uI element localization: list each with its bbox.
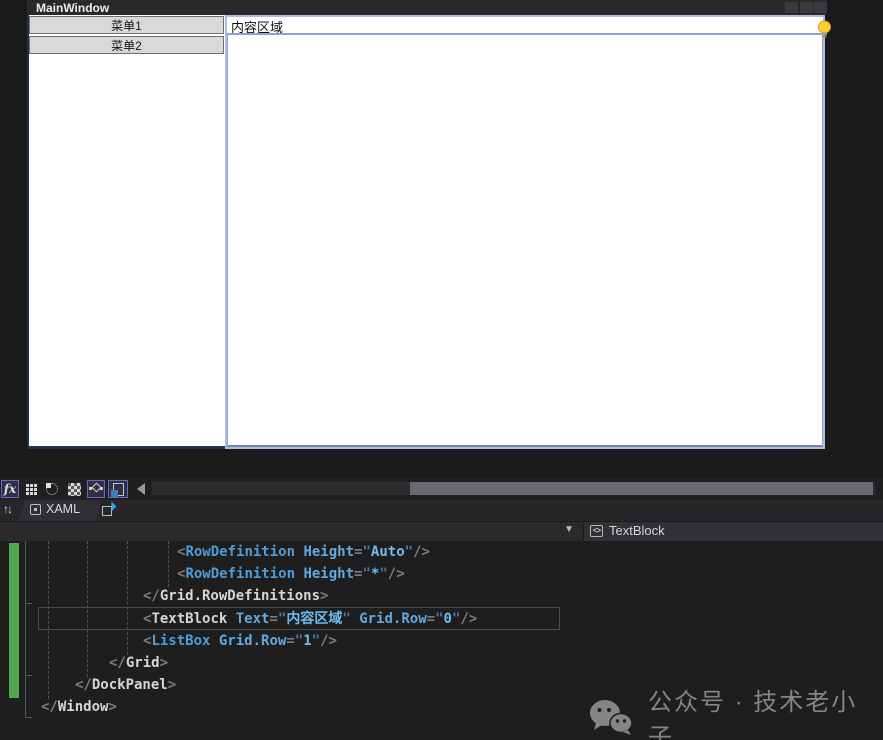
designed-listbox[interactable] — [227, 33, 823, 447]
scrollbar-thumb[interactable] — [410, 482, 873, 495]
designed-menu-button-1[interactable]: 菜单1 — [29, 16, 224, 34]
code-line[interactable]: <RowDefinition Height="Auto"/> — [177, 541, 430, 563]
window-minimize-icon — [785, 2, 798, 13]
window-maximize-icon — [800, 2, 813, 13]
designed-window-title: MainWindow — [36, 1, 109, 15]
scroll-left-icon[interactable] — [137, 483, 145, 495]
snapping-gridlines-icon[interactable] — [44, 481, 60, 497]
nav-divider — [583, 521, 584, 541]
window-close-icon — [814, 2, 827, 13]
outlining-margin[interactable] — [25, 541, 26, 718]
artboard-background-icon[interactable] — [66, 481, 82, 497]
code-line[interactable]: <RowDefinition Height="*"/> — [177, 563, 405, 585]
tab-xaml[interactable]: XAML — [30, 502, 80, 516]
designer-horizontal-scrollbar[interactable] — [152, 482, 875, 495]
project-code-icon[interactable] — [108, 480, 128, 498]
code-line[interactable]: <ListBox Grid.Row="1"/> — [143, 630, 337, 652]
xaml-document-icon — [30, 504, 41, 515]
code-line[interactable]: </Grid.RowDefinitions> — [143, 585, 328, 607]
code-line[interactable]: </DockPanel> — [75, 674, 176, 696]
designed-grid-selection[interactable]: 内容区域 — [225, 15, 825, 449]
element-icon: <> — [590, 525, 603, 537]
designed-window-titlebar — [27, 0, 827, 15]
lightbulb-adorner-icon[interactable] — [816, 20, 833, 39]
designed-dock-panel[interactable] — [27, 15, 225, 449]
pane-tab-row — [0, 500, 883, 521]
watermark-text: 公众号 · 技术老小子 — [648, 682, 883, 740]
change-tracking-bar — [9, 543, 19, 698]
snaplines-icon[interactable] — [87, 480, 105, 498]
code-line[interactable]: </Grid> — [109, 652, 168, 674]
nav-bar-types-dropdown[interactable] — [0, 521, 584, 541]
fx-effects-icon[interactable]: fx — [1, 480, 19, 498]
designed-menu-button-2[interactable]: 菜单2 — [29, 36, 224, 54]
chevron-down-icon[interactable]: ▼ — [564, 524, 574, 535]
snap-grid-icon[interactable] — [23, 481, 39, 497]
pop-out-pane-icon[interactable] — [102, 503, 115, 516]
code-line[interactable]: </Window> — [41, 696, 117, 718]
watermark: 公众号 · 技术老小子 — [588, 682, 883, 740]
wechat-icon — [588, 698, 634, 736]
swap-panes-icon[interactable]: ↑↓ — [3, 502, 11, 516]
code-line[interactable]: <TextBlock Text="内容区域" Grid.Row="0"/> — [143, 608, 477, 630]
vs-xaml-designer-window: MainWindow 菜单1 菜单2 内容区域 fx ↑↓ XAML — [0, 0, 883, 740]
breadcrumb-element-name[interactable]: TextBlock — [609, 523, 665, 538]
